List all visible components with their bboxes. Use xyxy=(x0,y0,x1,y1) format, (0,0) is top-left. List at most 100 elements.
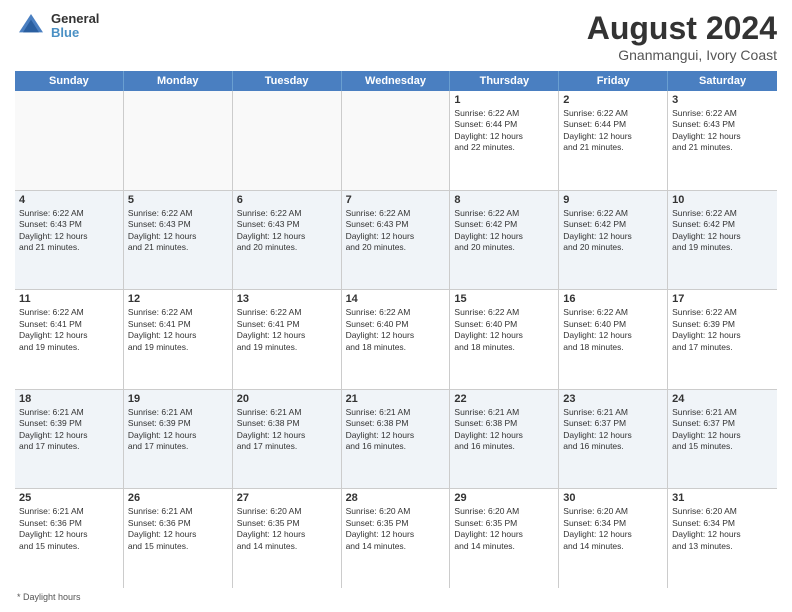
page-subtitle: Gnanmangui, Ivory Coast xyxy=(587,47,777,63)
cell-info: Sunrise: 6:22 AM Sunset: 6:44 PM Dayligh… xyxy=(563,108,663,154)
header-day-friday: Friday xyxy=(559,71,668,91)
calendar-row-4: 18 Sunrise: 6:21 AM Sunset: 6:39 PM Dayli… xyxy=(15,390,777,490)
cell-info: Sunrise: 6:20 AM Sunset: 6:34 PM Dayligh… xyxy=(563,506,663,552)
calendar-row-5: 25 Sunrise: 6:21 AM Sunset: 6:36 PM Dayli… xyxy=(15,489,777,588)
calendar-cell-day-22: 22 Sunrise: 6:21 AM Sunset: 6:38 PM Dayli… xyxy=(450,390,559,489)
cell-info: Sunrise: 6:22 AM Sunset: 6:43 PM Dayligh… xyxy=(128,208,228,254)
calendar-cell-day-1: 1 Sunrise: 6:22 AM Sunset: 6:44 PM Daylig… xyxy=(450,91,559,190)
calendar-cell-empty xyxy=(124,91,233,190)
day-number: 20 xyxy=(237,393,337,405)
day-number: 2 xyxy=(563,94,663,106)
calendar-cell-day-27: 27 Sunrise: 6:20 AM Sunset: 6:35 PM Dayli… xyxy=(233,489,342,588)
calendar-cell-day-18: 18 Sunrise: 6:21 AM Sunset: 6:39 PM Dayli… xyxy=(15,390,124,489)
cell-info: Sunrise: 6:22 AM Sunset: 6:40 PM Dayligh… xyxy=(346,307,446,353)
calendar-cell-day-21: 21Sunrise: 6:21 AM Sunset: 6:38 PM Dayli… xyxy=(342,390,451,489)
calendar-header: SundayMondayTuesdayWednesdayThursdayFrid… xyxy=(15,71,777,91)
calendar-cell-day-20: 20 Sunrise: 6:21 AM Sunset: 6:38 PM Dayli… xyxy=(233,390,342,489)
day-number: 27 xyxy=(237,492,337,504)
day-number: 29 xyxy=(454,492,554,504)
calendar-cell-day-11: 11 Sunrise: 6:22 AM Sunset: 6:41 PM Dayli… xyxy=(15,290,124,389)
day-number: 26 xyxy=(128,492,228,504)
calendar-cell-day-15: 15Sunrise: 6:22 AM Sunset: 6:40 PM Dayli… xyxy=(450,290,559,389)
title-block: August 2024 Gnanmangui, Ivory Coast xyxy=(587,10,777,63)
cell-info: Sunrise: 6:22 AM Sunset: 6:43 PM Dayligh… xyxy=(237,208,337,254)
day-number: 19 xyxy=(128,393,228,405)
cell-info: Sunrise: 6:22 AM Sunset: 6:41 PM Dayligh… xyxy=(128,307,228,353)
calendar-cell-day-25: 25 Sunrise: 6:21 AM Sunset: 6:36 PM Dayli… xyxy=(15,489,124,588)
calendar-cell-day-29: 29 Sunrise: 6:20 AM Sunset: 6:35 PM Dayli… xyxy=(450,489,559,588)
header-day-wednesday: Wednesday xyxy=(342,71,451,91)
cell-info: Sunrise: 6:22 AM Sunset: 6:43 PM Dayligh… xyxy=(346,208,446,254)
cell-info: Sunrise: 6:22 AM Sunset: 6:41 PM Dayligh… xyxy=(19,307,119,353)
calendar-cell-day-10: 10Sunrise: 6:22 AM Sunset: 6:42 PM Dayli… xyxy=(668,191,777,290)
header-day-tuesday: Tuesday xyxy=(233,71,342,91)
day-number: 1 xyxy=(454,94,554,106)
day-number: 25 xyxy=(19,492,119,504)
cell-info: Sunrise: 6:22 AM Sunset: 6:42 PM Dayligh… xyxy=(672,208,773,254)
calendar-cell-empty xyxy=(15,91,124,190)
logo-line2: Blue xyxy=(51,26,99,40)
cell-info: Sunrise: 6:21 AM Sunset: 6:36 PM Dayligh… xyxy=(128,506,228,552)
cell-info: Sunrise: 6:21 AM Sunset: 6:38 PM Dayligh… xyxy=(454,407,554,453)
calendar-cell-empty xyxy=(342,91,451,190)
day-number: 9 xyxy=(563,194,663,206)
page: General Blue August 2024 Gnanmangui, Ivo… xyxy=(0,0,792,612)
calendar: SundayMondayTuesdayWednesdayThursdayFrid… xyxy=(15,71,777,588)
calendar-cell-day-26: 26 Sunrise: 6:21 AM Sunset: 6:36 PM Dayli… xyxy=(124,489,233,588)
cell-info: Sunrise: 6:21 AM Sunset: 6:36 PM Dayligh… xyxy=(19,506,119,552)
day-number: 24 xyxy=(672,393,773,405)
day-number: 28 xyxy=(346,492,446,504)
cell-info: Sunrise: 6:20 AM Sunset: 6:35 PM Dayligh… xyxy=(346,506,446,552)
day-number: 3 xyxy=(672,94,773,106)
logo: General Blue xyxy=(15,10,99,42)
cell-info: Sunrise: 6:21 AM Sunset: 6:39 PM Dayligh… xyxy=(19,407,119,453)
day-number: 6 xyxy=(237,194,337,206)
cell-info: Sunrise: 6:22 AM Sunset: 6:44 PM Dayligh… xyxy=(454,108,554,154)
day-number: 23 xyxy=(563,393,663,405)
day-number: 22 xyxy=(454,393,554,405)
calendar-cell-day-23: 23 Sunrise: 6:21 AM Sunset: 6:37 PM Dayli… xyxy=(559,390,668,489)
cell-info: Sunrise: 6:22 AM Sunset: 6:41 PM Dayligh… xyxy=(237,307,337,353)
calendar-cell-day-2: 2 Sunrise: 6:22 AM Sunset: 6:44 PM Daylig… xyxy=(559,91,668,190)
day-number: 16 xyxy=(563,293,663,305)
day-number: 17 xyxy=(672,293,773,305)
cell-info: Sunrise: 6:20 AM Sunset: 6:35 PM Dayligh… xyxy=(454,506,554,552)
cell-info: Sunrise: 6:22 AM Sunset: 6:39 PM Dayligh… xyxy=(672,307,773,353)
calendar-cell-day-12: 12 Sunrise: 6:22 AM Sunset: 6:41 PM Dayli… xyxy=(124,290,233,389)
calendar-cell-day-13: 13 Sunrise: 6:22 AM Sunset: 6:41 PM Dayli… xyxy=(233,290,342,389)
day-number: 11 xyxy=(19,293,119,305)
day-number: 13 xyxy=(237,293,337,305)
calendar-cell-day-8: 8 Sunrise: 6:22 AM Sunset: 6:42 PM Daylig… xyxy=(450,191,559,290)
calendar-cell-day-30: 30 Sunrise: 6:20 AM Sunset: 6:34 PM Dayli… xyxy=(559,489,668,588)
calendar-cell-day-14: 14Sunrise: 6:22 AM Sunset: 6:40 PM Dayli… xyxy=(342,290,451,389)
day-number: 18 xyxy=(19,393,119,405)
cell-info: Sunrise: 6:22 AM Sunset: 6:42 PM Dayligh… xyxy=(454,208,554,254)
cell-info: Sunrise: 6:20 AM Sunset: 6:35 PM Dayligh… xyxy=(237,506,337,552)
cell-info: Sunrise: 6:21 AM Sunset: 6:37 PM Dayligh… xyxy=(672,407,773,453)
logo-text: General Blue xyxy=(51,12,99,41)
day-number: 8 xyxy=(454,194,554,206)
calendar-cell-day-7: 7 Sunrise: 6:22 AM Sunset: 6:43 PM Daylig… xyxy=(342,191,451,290)
calendar-row-1: 1 Sunrise: 6:22 AM Sunset: 6:44 PM Daylig… xyxy=(15,91,777,191)
day-number: 12 xyxy=(128,293,228,305)
cell-info: Sunrise: 6:21 AM Sunset: 6:38 PM Dayligh… xyxy=(237,407,337,453)
calendar-cell-day-16: 16Sunrise: 6:22 AM Sunset: 6:40 PM Dayli… xyxy=(559,290,668,389)
calendar-cell-day-9: 9 Sunrise: 6:22 AM Sunset: 6:42 PM Daylig… xyxy=(559,191,668,290)
day-number: 5 xyxy=(128,194,228,206)
header-day-sunday: Sunday xyxy=(15,71,124,91)
day-number: 7 xyxy=(346,194,446,206)
calendar-row-2: 4Sunrise: 6:22 AM Sunset: 6:43 PM Daylig… xyxy=(15,191,777,291)
cell-info: Sunrise: 6:22 AM Sunset: 6:42 PM Dayligh… xyxy=(563,208,663,254)
calendar-cell-day-28: 28 Sunrise: 6:20 AM Sunset: 6:35 PM Dayli… xyxy=(342,489,451,588)
day-number: 30 xyxy=(563,492,663,504)
calendar-cell-day-3: 3 Sunrise: 6:22 AM Sunset: 6:43 PM Daylig… xyxy=(668,91,777,190)
day-number: 15 xyxy=(454,293,554,305)
cell-info: Sunrise: 6:21 AM Sunset: 6:37 PM Dayligh… xyxy=(563,407,663,453)
calendar-cell-day-17: 17 Sunrise: 6:22 AM Sunset: 6:39 PM Dayli… xyxy=(668,290,777,389)
cell-info: Sunrise: 6:20 AM Sunset: 6:34 PM Dayligh… xyxy=(672,506,773,552)
calendar-cell-day-31: 31Sunrise: 6:20 AM Sunset: 6:34 PM Dayli… xyxy=(668,489,777,588)
calendar-body: 1 Sunrise: 6:22 AM Sunset: 6:44 PM Daylig… xyxy=(15,91,777,588)
calendar-cell-day-4: 4Sunrise: 6:22 AM Sunset: 6:43 PM Daylig… xyxy=(15,191,124,290)
calendar-cell-empty xyxy=(233,91,342,190)
cell-info: Sunrise: 6:22 AM Sunset: 6:43 PM Dayligh… xyxy=(672,108,773,154)
